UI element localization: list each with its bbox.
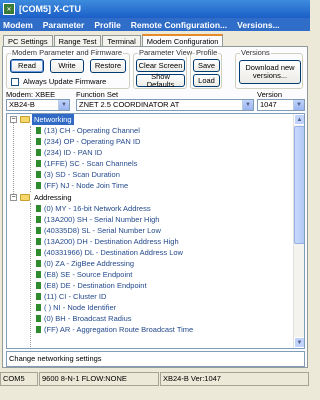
menu-modem[interactable]: Modem (3, 20, 33, 30)
tree-item[interactable]: (40331966) DL - Destination Address Low (44, 247, 183, 258)
parameter-tree[interactable]: − Networking (13) CH - Operating Channel… (6, 113, 305, 349)
parameter-icon (36, 238, 41, 245)
status-bar: COM5 9600 8-N-1 FLOW:NONE XB24-B Ver:104… (0, 372, 310, 386)
parameter-icon (36, 216, 41, 223)
parameter-view-group-label: Parameter View (138, 48, 194, 57)
tree-item[interactable]: (234) OP - Operating PAN ID (44, 136, 140, 147)
profile-group-label: Profile (195, 48, 219, 57)
collapse-networking-icon[interactable]: − (10, 116, 17, 123)
tree-item[interactable]: ( ) NI - Node Identifier (44, 302, 116, 313)
tree-item[interactable]: (3) SD - Scan Duration (44, 169, 120, 180)
write-button[interactable]: Write (50, 59, 84, 73)
load-button[interactable]: Load (193, 74, 220, 87)
status-port: COM5 (0, 372, 38, 386)
function-set-value: ZNET 2.5 COORDINATOR AT (79, 100, 180, 109)
parameter-icon (36, 315, 41, 322)
function-set-select[interactable]: ZNET 2.5 COORDINATOR AT ▼ (76, 99, 254, 111)
tree-item[interactable]: (13A200) SH - Serial Number High (44, 214, 159, 225)
version-select[interactable]: 1047 ▼ (257, 99, 305, 111)
save-button[interactable]: Save (193, 59, 220, 72)
parameter-icon (36, 149, 41, 156)
parameter-icon (36, 249, 41, 256)
tree-line (13, 122, 14, 200)
version-label: Version (257, 90, 283, 99)
tree-item[interactable]: (11) CI - Cluster ID (44, 291, 106, 302)
status-settings: 9600 8-N-1 FLOW:NONE (39, 372, 159, 386)
parameter-icon (36, 282, 41, 289)
status-modem-version: XB24-B Ver:1047 (160, 372, 309, 386)
profile-group: Profile Save Load (190, 48, 222, 89)
tree-item[interactable]: (FF) NJ - Node Join Time (44, 180, 128, 191)
parameter-icon (36, 271, 41, 278)
tree-item[interactable]: (0) MY - 16-bit Network Address (44, 203, 151, 214)
tree-line (30, 203, 31, 348)
folder-open-icon (20, 116, 30, 123)
parameter-icon (36, 293, 41, 300)
window-title: [COM5] X-CTU (19, 4, 81, 14)
tree-item[interactable]: (13A200) DH - Destination Address High (44, 236, 179, 247)
menu-bar: Modem Parameter Profile Remote Configura… (0, 18, 310, 31)
read-button[interactable]: Read (10, 59, 44, 73)
download-button-line-2: versions... (252, 71, 288, 80)
versions-group-label: Versions (240, 48, 271, 57)
parameter-icon (36, 260, 41, 267)
tree-group-networking[interactable]: Networking (32, 114, 74, 125)
modem-parameter-group: Modem Parameter and Firmware Read Write … (6, 48, 130, 89)
tree-line (30, 126, 31, 192)
menu-remote-configuration[interactable]: Remote Configuration... (131, 20, 227, 30)
parameter-icon (36, 205, 41, 212)
app-icon: ✕ (3, 3, 15, 15)
function-set-label: Function Set (76, 90, 119, 99)
tree-item[interactable]: (1FFE) SC - Scan Channels (44, 158, 137, 169)
parameter-icon (36, 127, 41, 134)
restore-button[interactable]: Restore (90, 59, 126, 73)
version-dropdown-icon: ▼ (293, 100, 304, 110)
menu-versions[interactable]: Versions... (237, 20, 280, 30)
tree-item[interactable]: (234) ID - PAN ID (44, 147, 102, 158)
folder-open-icon (20, 194, 30, 201)
tree-item[interactable]: (E8) DE - Destination Endpoint (44, 280, 147, 291)
download-new-versions-button[interactable]: Download new versions... (239, 60, 301, 84)
show-defaults-button[interactable]: Show Defaults (136, 72, 185, 88)
tree-item[interactable]: (E8) SE - Source Endpoint (44, 269, 132, 280)
collapse-addressing-icon[interactable]: − (10, 194, 17, 201)
tree-group-addressing[interactable]: Addressing (34, 192, 72, 203)
parameter-view-group: Parameter View Clear Screen Show Default… (133, 48, 194, 89)
menu-parameter[interactable]: Parameter (43, 20, 85, 30)
function-set-dropdown-icon: ▼ (242, 100, 253, 110)
parameter-icon (36, 160, 41, 167)
modem-label: Modem: XBEE (6, 90, 56, 99)
version-value: 1047 (260, 100, 277, 109)
tree-item[interactable]: (40335D8) SL - Serial Number Low (44, 225, 161, 236)
menu-profile[interactable]: Profile (94, 20, 120, 30)
tree-item[interactable]: (0) ZA - ZigBee Addressing (44, 258, 134, 269)
title-bar: ✕ [COM5] X-CTU (0, 0, 310, 18)
scroll-down-icon[interactable]: ▼ (294, 337, 304, 348)
scroll-thumb[interactable] (294, 126, 304, 244)
parameter-icon (36, 138, 41, 145)
modem-dropdown-icon: ▼ (58, 100, 69, 110)
scroll-up-icon[interactable]: ▲ (294, 114, 304, 125)
tree-item[interactable]: (0) BH - Broadcast Radius (44, 313, 132, 324)
clear-screen-button[interactable]: Clear Screen (136, 59, 185, 72)
parameter-icon (36, 182, 41, 189)
parameter-icon (36, 227, 41, 234)
always-update-label: Always Update Firmware (23, 77, 107, 86)
modem-select[interactable]: XB24-B ▼ (6, 99, 70, 111)
versions-group: Versions Download new versions... (235, 48, 303, 89)
tree-scrollbar[interactable]: ▲ ▼ (293, 114, 304, 348)
tree-item[interactable]: (FF) AR - Aggregation Route Broadcast Ti… (44, 324, 193, 335)
parameter-icon (36, 326, 41, 333)
always-update-checkbox[interactable] (11, 78, 19, 86)
parameter-icon (36, 304, 41, 311)
tree-item[interactable]: (13) CH - Operating Channel (44, 125, 140, 136)
modem-value: XB24-B (9, 100, 35, 109)
parameter-icon (36, 171, 41, 178)
window-bottom (0, 386, 310, 400)
parameter-description: Change networking settings (6, 351, 305, 367)
modem-parameter-group-label: Modem Parameter and Firmware (11, 48, 124, 57)
modem-configuration-panel: Modem Parameter and Firmware Read Write … (2, 46, 308, 368)
